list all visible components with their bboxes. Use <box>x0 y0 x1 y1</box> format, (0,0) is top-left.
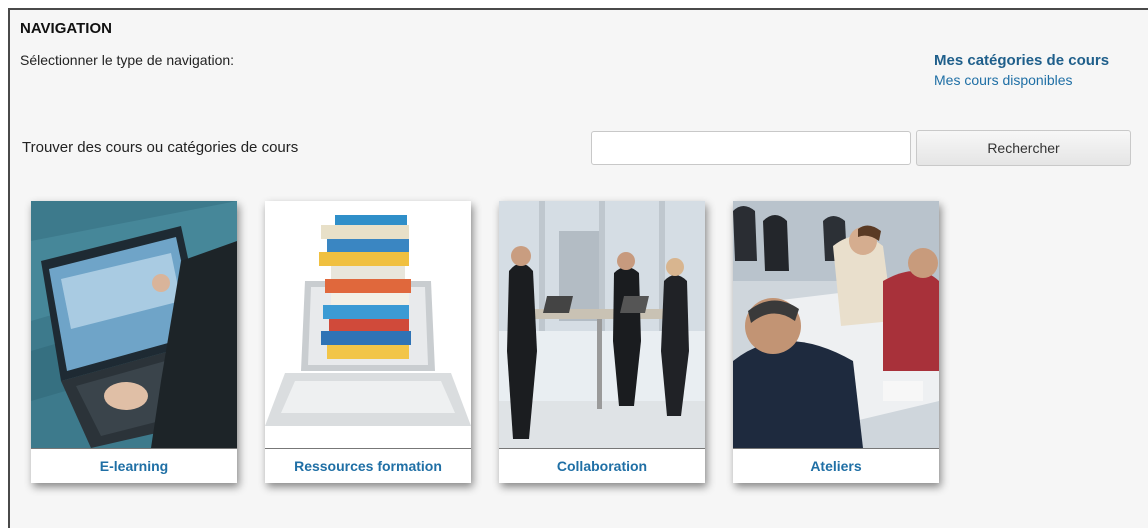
category-card-collaboration[interactable]: Collaboration <box>499 201 705 483</box>
category-label: Collaboration <box>499 448 705 483</box>
category-card-ressources-formation[interactable]: Ressources formation <box>265 201 471 483</box>
category-label: Ressources formation <box>265 448 471 483</box>
laptop-elearning-photo <box>31 201 237 448</box>
navigation-type-label: Sélectionner le type de navigation: <box>20 52 235 68</box>
search-label: Trouver des cours ou catégories de cours <box>22 139 299 156</box>
page-title: NAVIGATION <box>20 20 112 37</box>
category-card-ateliers[interactable]: Ateliers <box>733 201 939 483</box>
workshop-table-photo <box>733 201 939 448</box>
office-meeting-photo <box>499 201 705 448</box>
category-label: E-learning <box>31 448 237 483</box>
my-course-categories-link[interactable]: Mes catégories de cours <box>934 52 1109 69</box>
navigation-type-links: Mes catégories de cours Mes cours dispon… <box>934 52 1109 88</box>
category-card-elearning[interactable]: E-learning <box>31 201 237 483</box>
my-available-courses-link[interactable]: Mes cours disponibles <box>934 72 1109 88</box>
books-laptop-photo <box>265 201 471 448</box>
search-input[interactable] <box>591 131 911 165</box>
search-button[interactable]: Rechercher <box>916 130 1131 166</box>
category-label: Ateliers <box>733 448 939 483</box>
